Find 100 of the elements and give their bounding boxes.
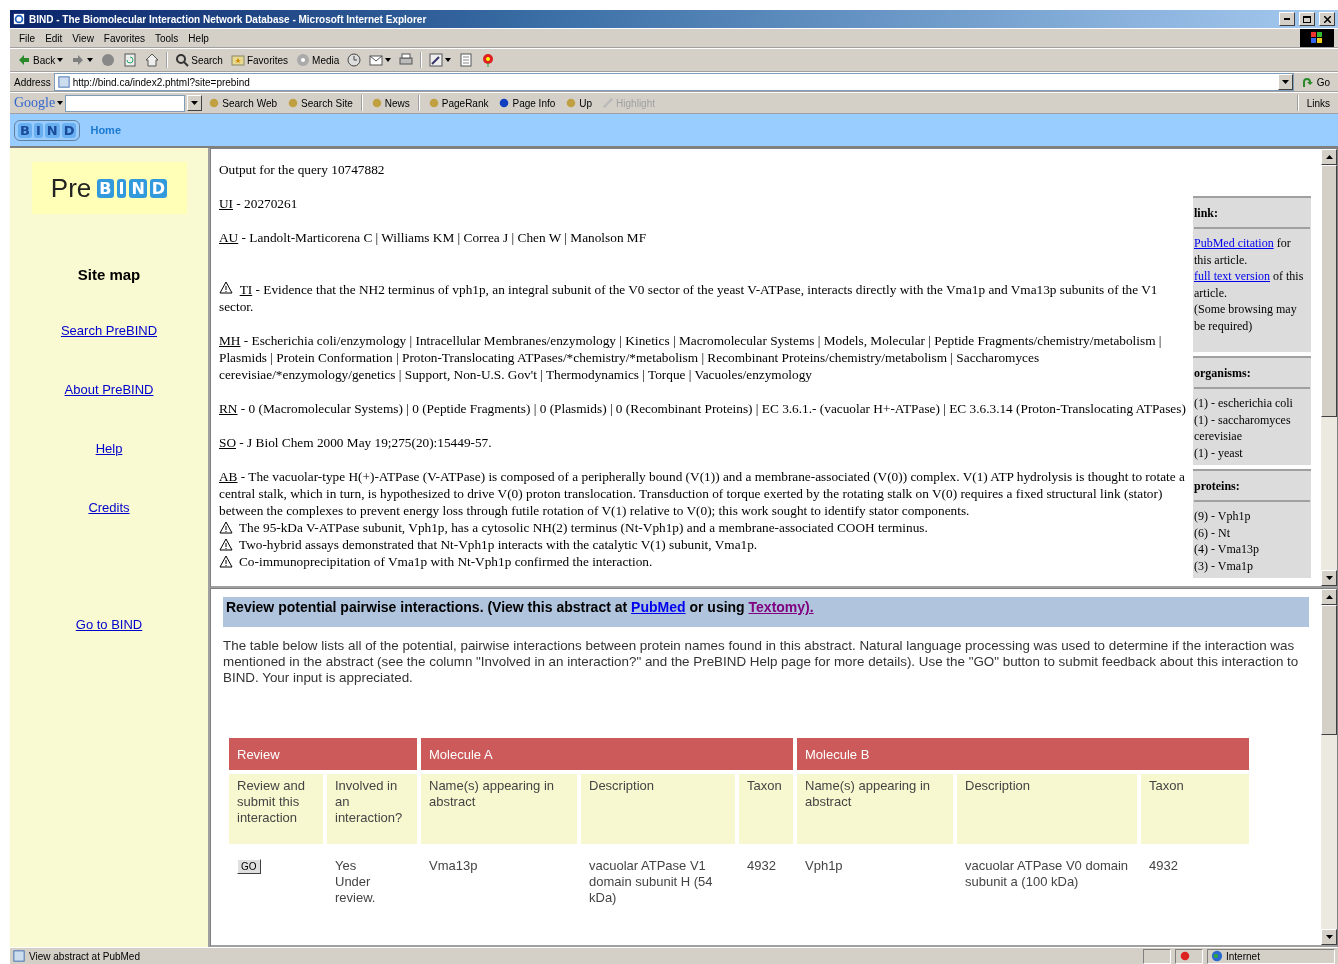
scroll-thumb[interactable] [1321,605,1337,735]
toolbar-button[interactable]: Search [172,53,226,67]
toolbar-button[interactable]: Media [293,53,343,67]
links-button[interactable]: Links [1302,97,1334,109]
sidebar-link[interactable]: Go to BIND [75,617,143,632]
maximize-button[interactable] [1299,12,1315,26]
down-arrow-icon [1325,935,1333,939]
globe-icon [1211,950,1223,962]
scroll-thumb[interactable] [1321,165,1337,417]
go-button[interactable]: GO [237,859,261,874]
browser-icon [13,13,25,25]
panel-title: proteins: [1194,474,1310,502]
toolbar-button[interactable]: News [366,97,414,109]
media-icon [296,53,311,67]
review-description: The table below lists all of the potential, pairwise interactions between protein names found in this abstract. Natural language processing was used to determine if the interaction was mentioned in the abstract (see the column "Involved in an interaction?" and the PreBIND Help page for more details). Use the "GO" button to submit feedback about this interaction to BIND. Your input is appreciated. [223,638,1300,686]
scroll-up-button[interactable] [1321,149,1337,165]
menu-item[interactable]: Tools [150,32,184,44]
search-field[interactable] [65,94,186,112]
edit-icon [429,53,444,67]
pubmed-link[interactable]: PubMed [631,599,686,615]
toolbar-button[interactable]: Favorites [227,53,292,67]
minimize-button[interactable] [1279,12,1295,26]
toolbar-button[interactable]: Up [561,97,597,109]
sidebar-link[interactable]: About PreBIND [64,382,154,397]
highlighter-icon [602,97,615,109]
dropdown-button[interactable] [1277,74,1293,90]
table-cell-text: Under review. [335,874,377,906]
toolbar-button[interactable]: Search Web [204,97,282,109]
warning-icon [219,521,233,534]
menu-item[interactable]: Edit [40,32,68,44]
panel-text: (Some browsing may be required) [1194,301,1298,334]
dropdown-button[interactable] [187,95,203,111]
table-cell-text: 4932 [1148,857,1179,875]
panel-text: full text version of this article. [1194,268,1305,301]
caret-icon [445,58,452,62]
group-header: Molecule B [797,738,1249,770]
protein-item: (9) - Vph1p [1194,508,1252,525]
bind-logo: B I N D [14,119,81,141]
abstract-field: RN - 0 (Macromolecular Systems) | 0 (Peptide Fragments) | 0 (Plasmids) | 0 (Recombinant Proteins) | EC 3.6.1.- (vacuolar H+-ATPase) | EC 3.6.3.14 (Proton-Translocating ATPases) [219,400,1186,417]
group-header: Review [229,738,417,770]
review-heading: Review potential pairwise interactions. (View this abstract at PubMed or using Textomy). [223,597,1309,627]
sidebar-link[interactable]: Help [95,441,123,456]
prebind-logo: Pre B I N D [31,162,187,214]
abstract-field: MH - Escherichia coli/enzymology | Intracellular Membranes/enzymology | Kinetics | Macromolecular Systems | Models, Molecular | Peptide Fragments/chemistry/metabolism | Plasmids | Protein Conformation | Proton-Translocating ATPases/*chemistry/*metabolism | Recombinant Proteins/chemistry/metabolism | Saccharomyces cerevisiae/*enzymology/genetics | Support, Non-U.S. Gov't | Thermodynamics | Torque | Vacuoles/enzymology [219,332,1191,383]
status-panel [1143,948,1171,964]
column-header: Taxon [739,774,793,844]
home-icon [145,53,160,67]
sidebar-link[interactable]: Search PreBIND [60,323,158,338]
toolbar-button[interactable]: Back [14,53,67,67]
close-button[interactable] [1319,12,1335,26]
menu-item[interactable]: Favorites [98,32,150,44]
google-logo: Google [14,95,56,111]
scroll-down-button[interactable] [1321,929,1337,945]
toolbar-button[interactable]: Search Site [283,97,357,109]
up-arrow-icon [1325,595,1333,599]
protein-item: (3) - Vma1p [1194,557,1255,574]
abstract-sentence: The 95-kDa V-ATPase subunit, Vph1p, has a cytosolic NH(2) terminus (Nt-Vph1p) and a membrane-associated COOH terminus. [239,519,928,536]
textomy-link[interactable]: Textomy). [748,599,814,615]
go-button[interactable]: Go [1296,75,1334,89]
scrollbar[interactable] [1321,149,1337,586]
caret-icon [87,58,94,62]
mail-icon [369,53,384,67]
group-header: Molecule A [421,738,793,770]
page-icon [13,950,25,962]
column-header: Review and submit this interaction [229,774,323,844]
menu-item[interactable]: View [67,32,99,44]
blocked-icon [1179,950,1191,962]
panel-link[interactable]: PubMed citation [1194,236,1274,250]
panel-link[interactable]: full text version [1194,269,1270,283]
column-header: Taxon [1141,774,1249,844]
down-arrow-icon [1325,576,1333,580]
back-arrow-icon [17,53,31,67]
address-field[interactable]: http://bind.ca/index2.phtml?site=prebind [53,73,1294,91]
zone-text: Internet [1226,950,1260,962]
abstract-sentence: Co-immunoprecipitation of Vma1p with Nt-Vph1p confirmed the interaction. [239,553,653,570]
warning-icon [219,538,233,551]
sidebar-link[interactable]: Credits [88,500,130,515]
scrollbar[interactable] [1321,589,1337,945]
menu-item[interactable]: File [14,32,41,44]
table-cell-text: vacuolar ATPase V0 domain subunit a (100 kDa) [964,857,1130,891]
panel-text: PubMed citation for this article. [1194,235,1292,268]
organism-item: (1) - escherichia coli [1194,395,1294,412]
toolbar-button[interactable]: PageRank [423,97,493,109]
windows-logo-icon [1300,29,1334,47]
menu-item[interactable]: Help [183,32,214,44]
down-arrow-icon [1281,80,1289,84]
query-heading: Output for the query 10747882 [219,161,385,178]
toolbar-button[interactable]: Page Info [494,97,560,109]
table-cell-text: Yes [335,858,358,874]
flower-icon [481,53,496,67]
scroll-up-button[interactable] [1321,589,1337,605]
maximize-icon [1303,15,1311,23]
column-header: Name(s) appearing in abstract [797,774,953,844]
caret-icon [385,58,392,62]
panel-title: link: [1194,201,1310,229]
organism-item: (1) - saccharomyces cerevisiae [1194,411,1292,445]
scroll-down-button[interactable] [1321,570,1337,586]
site-map-title: Site map [77,266,141,283]
status-text: View abstract at PubMed [29,950,141,962]
caret-icon [57,101,64,105]
